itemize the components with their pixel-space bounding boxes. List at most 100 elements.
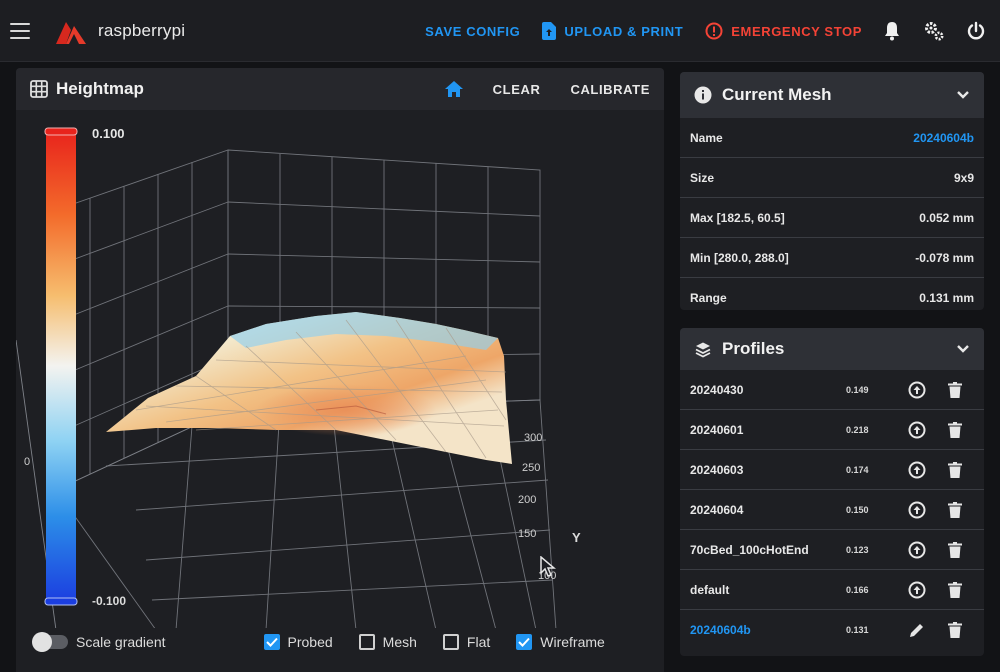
mesh-row-name: Name 20240604b [680, 118, 984, 158]
mesh-value: 9x9 [953, 170, 974, 185]
mesh-key: Range [690, 291, 727, 305]
scale-max-handle[interactable] [44, 127, 78, 136]
current-mesh-header[interactable]: Current Mesh [680, 72, 984, 118]
scale-gradient-label: Scale gradient [76, 634, 166, 650]
app-bar: raspberrypi SAVE CONFIG UPLOAD & PRINT E… [0, 0, 1000, 62]
cursor-pointer-icon [540, 556, 556, 577]
profile-row[interactable]: default 0.166 [680, 570, 984, 610]
save-config-button[interactable]: SAVE CONFIG [425, 24, 520, 39]
mesh-value: 20240604b [913, 130, 974, 145]
flat-checkbox[interactable]: Flat [442, 634, 490, 650]
mesh-key: Name [690, 130, 723, 145]
trash-icon[interactable] [936, 421, 974, 438]
logo-icon [56, 21, 86, 44]
scale-min-handle[interactable] [44, 597, 78, 606]
power-icon[interactable] [964, 19, 988, 43]
mesh-key: Size [690, 170, 715, 185]
heightmap-header: Heightmap CLEAR CALIBRATE [16, 68, 664, 110]
profile-row-active[interactable]: 20240604b 0.131 [680, 610, 984, 650]
load-profile-icon[interactable] [898, 581, 936, 599]
profile-range: 0.166 [846, 584, 869, 595]
mesh-surface [106, 312, 512, 464]
profile-row[interactable]: 20240601 0.218 [680, 410, 984, 450]
emergency-stop-label: EMERGENCY STOP [731, 23, 862, 39]
load-profile-icon[interactable] [898, 501, 936, 519]
file-upload-icon [542, 22, 557, 40]
heightmap-title: Heightmap [56, 79, 144, 98]
trash-icon[interactable] [936, 622, 974, 638]
load-profile-icon[interactable] [898, 421, 936, 439]
profile-name: default [690, 582, 730, 597]
calibrate-button[interactable]: CALIBRATE [570, 82, 650, 97]
wireframe-checkbox[interactable]: Wireframe [516, 634, 605, 650]
current-mesh-panel: Current Mesh Name 20240604b Size 9x9 Max… [680, 72, 984, 310]
info-icon [694, 86, 712, 104]
profile-name: 20240604 [690, 502, 744, 517]
load-profile-icon[interactable] [898, 381, 936, 399]
heightmap-options: Scale gradient Probed Mesh Flat Wirefram… [16, 622, 664, 662]
heightmap-card: Heightmap CLEAR CALIBRATE 0.100 0 -0.100… [16, 68, 664, 672]
layers-icon [695, 342, 711, 358]
save-config-label: SAVE CONFIG [425, 23, 521, 39]
heightmap-3d-chart [16, 127, 557, 631]
bell-icon[interactable] [880, 19, 904, 43]
profile-name: 20240603 [690, 462, 744, 477]
mesh-checkbox[interactable]: Mesh [358, 634, 417, 650]
probed-label: Probed [287, 634, 333, 650]
profile-row[interactable]: 20240604 0.150 [680, 490, 984, 530]
y-tick: 200 [518, 494, 537, 506]
trash-icon[interactable] [936, 461, 974, 478]
profile-range: 0.174 [846, 464, 869, 475]
pencil-icon[interactable] [898, 622, 936, 638]
home-icon[interactable] [444, 81, 463, 97]
y-tick: 300 [524, 432, 543, 444]
mesh-value: 0.131 mm [919, 291, 974, 305]
profiles-title: Profiles [722, 339, 785, 358]
heightmap-plot[interactable]: 0.100 0 -0.100 300 250 200 150 100 Y [16, 110, 664, 631]
alert-circle-icon [705, 22, 723, 40]
clear-button[interactable]: CLEAR [493, 82, 541, 97]
trash-icon[interactable] [936, 541, 974, 558]
grid-icon [30, 80, 48, 98]
profile-range: 0.150 [846, 504, 869, 515]
mesh-row-size: Size 9x9 [680, 158, 984, 198]
profile-range: 0.149 [846, 384, 869, 395]
current-mesh-title: Current Mesh [722, 85, 832, 104]
scale-zero-label: 0 [24, 456, 31, 468]
mesh-value: 0.052 mm [919, 210, 974, 225]
y-tick: 250 [522, 462, 541, 474]
probed-checkbox[interactable]: Probed [263, 634, 333, 650]
scale-min-label: -0.100 [92, 594, 127, 608]
load-profile-icon[interactable] [898, 461, 936, 479]
scale-gradient-toggle[interactable] [32, 632, 68, 652]
trash-icon[interactable] [936, 381, 974, 398]
wireframe-label: Wireframe [540, 634, 605, 650]
load-profile-icon[interactable] [898, 541, 936, 559]
color-scale-bar [46, 130, 76, 602]
mesh-row-max: Max [182.5, 60.5] 0.052 mm [680, 198, 984, 238]
trash-icon[interactable] [936, 581, 974, 598]
profile-row[interactable]: 20240430 0.149 [680, 370, 984, 410]
checkbox-empty-icon [358, 634, 375, 650]
profile-range: 0.131 [846, 625, 869, 635]
upload-print-button[interactable]: UPLOAD & PRINT [542, 22, 683, 40]
menu-icon[interactable] [10, 22, 30, 39]
profile-range: 0.123 [846, 544, 869, 555]
profiles-panel: Profiles 20240430 0.149 20240601 0.218 2… [680, 328, 984, 656]
chevron-down-icon[interactable] [956, 90, 970, 100]
profile-range: 0.218 [846, 424, 869, 435]
brand-name: raspberrypi [98, 20, 186, 40]
profile-name: 20240601 [690, 422, 744, 437]
profile-name: 20240430 [690, 382, 744, 397]
mesh-value: -0.078 mm [915, 250, 974, 265]
emergency-stop-button[interactable]: EMERGENCY STOP [705, 22, 862, 40]
trash-icon[interactable] [936, 501, 974, 518]
chevron-down-icon[interactable] [956, 344, 970, 354]
mesh-label: Mesh [382, 634, 417, 650]
profiles-header[interactable]: Profiles [680, 328, 984, 370]
profile-row[interactable]: 70cBed_100cHotEnd 0.123 [680, 530, 984, 570]
profile-row[interactable]: 20240603 0.174 [680, 450, 984, 490]
mesh-key: Min [280.0, 288.0] [690, 250, 789, 265]
gears-icon[interactable] [922, 19, 946, 43]
checkbox-empty-icon [442, 634, 459, 650]
